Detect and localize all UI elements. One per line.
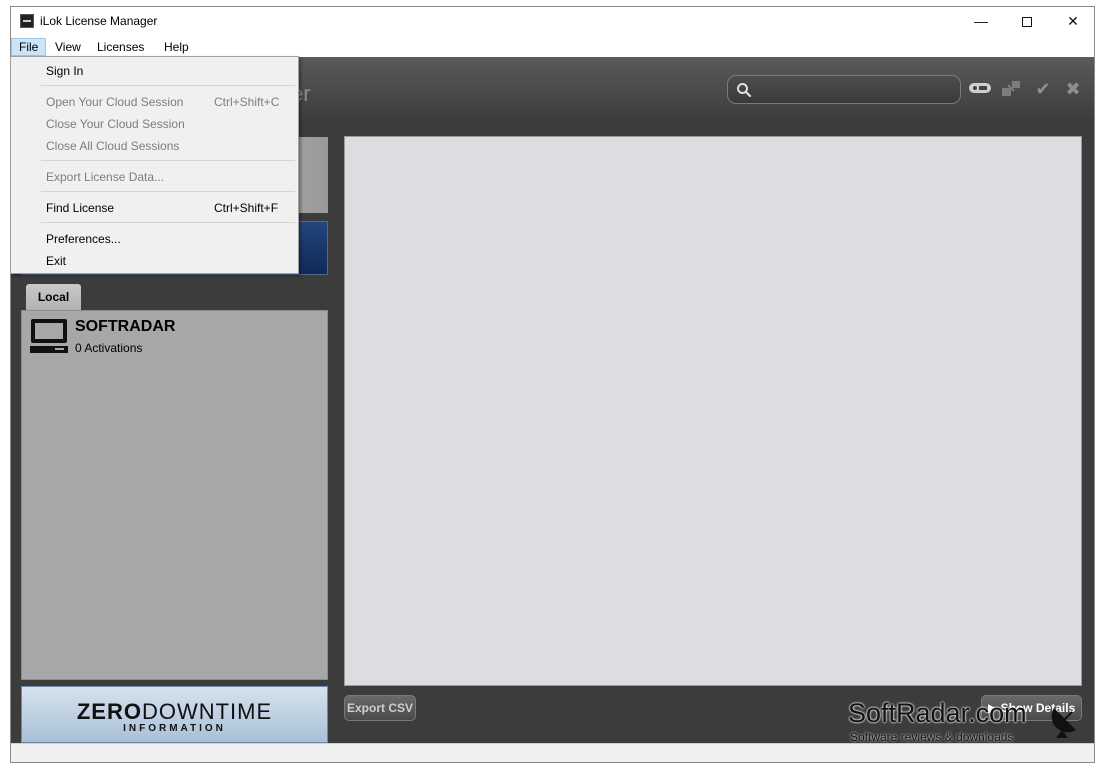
minimize-button[interactable]: — bbox=[958, 7, 1004, 35]
shortcut-label: Ctrl+Shift+F bbox=[214, 201, 279, 215]
menu-separator bbox=[41, 222, 295, 223]
check-icon[interactable]: ✔ bbox=[1031, 79, 1055, 99]
device-activations: 0 Activations bbox=[75, 341, 143, 355]
menu-bar: File View Licenses Help bbox=[11, 35, 1094, 57]
window-title: iLok License Manager bbox=[40, 14, 158, 28]
menu-item-exit[interactable]: Exit bbox=[11, 250, 298, 272]
close-button[interactable]: ✕ bbox=[1050, 7, 1094, 35]
menu-view[interactable]: View bbox=[48, 38, 88, 56]
zero-downtime-banner[interactable]: ZERODOWNTIME INFORMATION bbox=[21, 686, 328, 743]
ilok-app-icon bbox=[20, 14, 34, 28]
menu-licenses[interactable]: Licenses bbox=[90, 38, 151, 56]
maximize-button[interactable] bbox=[1004, 7, 1050, 35]
menu-item-close-all-cloud-sessions[interactable]: Close All Cloud Sessions bbox=[11, 135, 298, 157]
menu-separator bbox=[41, 85, 295, 86]
tab-local[interactable]: Local bbox=[26, 284, 81, 311]
ilok-usb-icon[interactable] bbox=[968, 79, 992, 99]
menu-item-close-cloud-session[interactable]: Close Your Cloud Session bbox=[11, 113, 298, 135]
menu-item-sign-in[interactable]: Sign In bbox=[11, 60, 298, 82]
search-icon bbox=[737, 83, 752, 98]
watermark-tagline: Software reviews & downloads bbox=[850, 730, 1014, 744]
banner-title: ZERODOWNTIME bbox=[76, 699, 273, 724]
watermark-logo: SoftRadar.com bbox=[848, 698, 1027, 728]
menu-separator bbox=[41, 191, 295, 192]
maximize-icon bbox=[1022, 17, 1032, 28]
sync-icon[interactable] bbox=[999, 79, 1023, 99]
file-menu-dropdown: Sign In Open Your Cloud Session Ctrl+Shif… bbox=[10, 56, 299, 274]
license-content-panel bbox=[344, 136, 1082, 686]
banner-subtitle: INFORMATION bbox=[123, 723, 226, 734]
softradar-watermark: SoftRadar.com Software reviews & downloa… bbox=[848, 698, 1088, 748]
menu-separator bbox=[41, 160, 295, 161]
title-bar: iLok License Manager — ✕ bbox=[11, 7, 1094, 35]
menu-item-preferences[interactable]: Preferences... bbox=[11, 228, 298, 250]
satellite-dish-icon bbox=[1051, 708, 1076, 738]
device-name[interactable]: SOFTRADAR bbox=[75, 318, 175, 336]
computer-icon bbox=[30, 319, 68, 353]
remove-icon[interactable]: ✖ bbox=[1061, 79, 1085, 99]
menu-item-find-license[interactable]: Find License Ctrl+Shift+F bbox=[11, 197, 298, 219]
menu-file[interactable]: File bbox=[11, 38, 47, 56]
search-box[interactable] bbox=[727, 75, 961, 104]
menu-help[interactable]: Help bbox=[157, 38, 196, 56]
menu-item-open-cloud-session[interactable]: Open Your Cloud Session Ctrl+Shift+C bbox=[11, 91, 298, 113]
menu-item-export-license-data[interactable]: Export License Data... bbox=[11, 166, 298, 188]
local-locations-panel: SOFTRADAR 0 Activations bbox=[21, 310, 328, 680]
shortcut-label: Ctrl+Shift+C bbox=[214, 95, 280, 109]
export-csv-button[interactable]: Export CSV bbox=[344, 695, 416, 721]
